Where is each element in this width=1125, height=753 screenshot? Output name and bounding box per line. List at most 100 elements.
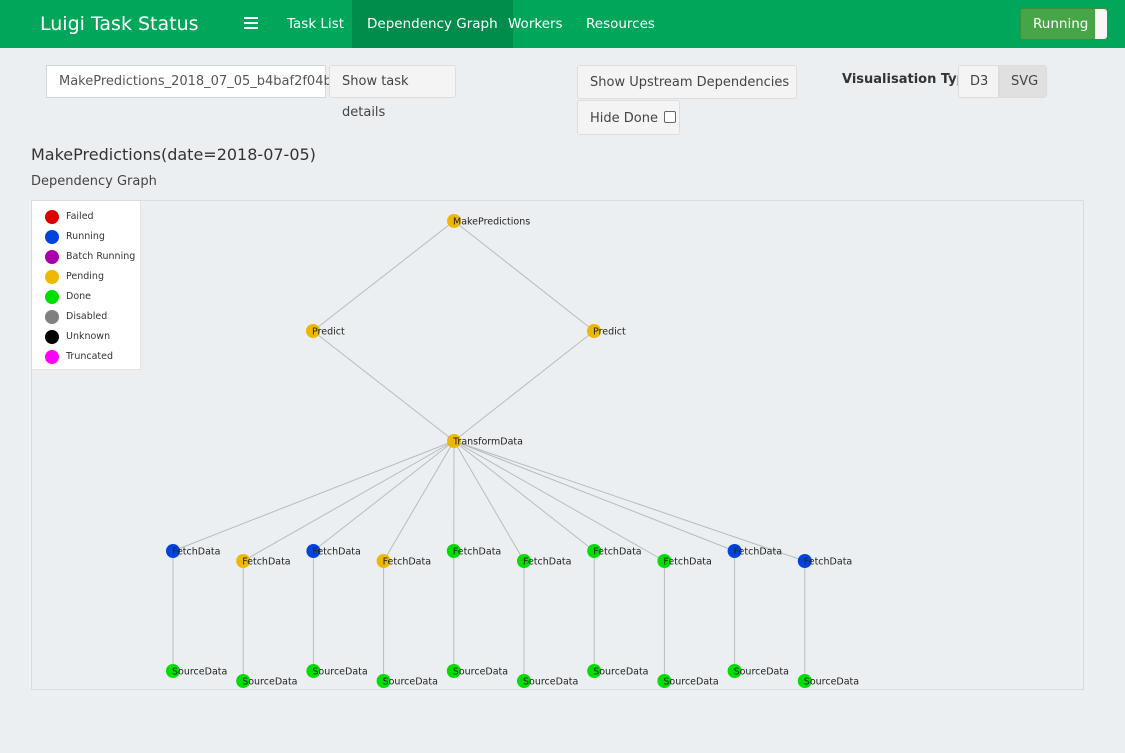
node-label[interactable]: SourceData <box>593 667 648 678</box>
legend-dot <box>45 330 59 344</box>
node-label[interactable]: FetchData <box>312 547 360 558</box>
graph-node-fetchdata[interactable]: FetchData <box>587 544 642 558</box>
graph-node-sourcedata[interactable]: SourceData <box>587 664 649 678</box>
vis-d3-button[interactable]: D3 <box>958 65 999 98</box>
graph-node-predict[interactable]: Predict <box>306 324 345 338</box>
legend-dot <box>45 210 59 224</box>
node-label[interactable]: TransformData <box>452 437 523 448</box>
page-title: MakePredictions(date=2018-07-05) <box>31 145 316 164</box>
legend-label: Unknown <box>66 331 111 342</box>
graph-node-sourcedata[interactable]: SourceData <box>517 674 578 688</box>
legend-dot <box>45 310 59 324</box>
node-label[interactable]: SourceData <box>242 677 297 688</box>
show-task-details-button[interactable]: Show task details <box>329 65 456 120</box>
node-label[interactable]: FetchData <box>523 557 571 568</box>
legend-label: Disabled <box>66 311 108 322</box>
node-label[interactable]: SourceData <box>312 667 367 678</box>
running-toggle-label: Running <box>1033 16 1089 32</box>
graph-node-fetchdata[interactable]: FetchData <box>376 554 431 568</box>
node-label[interactable]: SourceData <box>453 667 508 678</box>
legend-dot <box>45 230 59 244</box>
node-label[interactable]: SourceData <box>663 677 718 688</box>
graph-edge <box>453 440 525 562</box>
node-label[interactable]: FetchData <box>383 557 431 568</box>
graph-node-sourcedata[interactable]: SourceData <box>306 664 368 678</box>
graph-edge <box>453 440 665 562</box>
node-label[interactable]: FetchData <box>804 557 852 568</box>
graph-edge <box>453 440 805 562</box>
graph-node-sourcedata[interactable]: SourceData <box>166 664 227 678</box>
legend-dot <box>45 270 59 284</box>
graph-node-fetchdata[interactable]: FetchData <box>306 544 361 558</box>
graph-node-fetchdata[interactable]: FetchData <box>236 554 291 568</box>
graph-node-sourcedata[interactable]: SourceData <box>236 674 298 688</box>
graph-node-fetchdata[interactable]: FetchData <box>166 544 220 558</box>
node-label[interactable]: FetchData <box>172 547 220 558</box>
graph-node-transformdata[interactable]: TransformData <box>447 434 523 448</box>
graph-edge <box>242 440 455 562</box>
show-upstream-button[interactable]: Show Upstream Dependencies <box>577 65 797 121</box>
legend-dot <box>45 250 59 264</box>
task-id-input[interactable]: MakePredictions_2018_07_05_b4baf2f04b <box>46 65 332 98</box>
nav-resources[interactable]: Resources <box>571 0 670 48</box>
node-label[interactable]: FetchData <box>242 557 290 568</box>
node-label[interactable]: SourceData <box>172 667 227 678</box>
node-label[interactable]: Predict <box>593 327 626 338</box>
running-toggle[interactable]: Running <box>1020 8 1108 40</box>
node-label[interactable]: SourceData <box>523 677 578 688</box>
graph-edge <box>453 440 735 552</box>
graph-node-sourcedata[interactable]: SourceData <box>727 664 789 678</box>
graph-node-sourcedata[interactable]: SourceData <box>657 674 719 688</box>
graph-subtitle: Dependency Graph <box>31 174 157 189</box>
graph-node-predict[interactable]: Predict <box>587 324 626 338</box>
legend-label: Truncated <box>66 351 113 362</box>
node-label[interactable]: FetchData <box>453 547 501 558</box>
graph-node-fetchdata[interactable]: FetchData <box>517 554 571 568</box>
graph-node-fetchdata[interactable]: FetchData <box>446 544 501 558</box>
nav-task-list[interactable]: Task List <box>272 0 359 48</box>
dependency-graph-svg: MakePredictions Predict Predict TransformDa… <box>166 214 859 688</box>
legend-label: Done <box>66 291 91 302</box>
legend-dot <box>45 350 59 364</box>
hamburger-icon[interactable] <box>244 14 258 32</box>
node-label[interactable]: SourceData <box>734 667 789 678</box>
legend-label: Failed <box>66 211 94 222</box>
graph-node-sourcedata[interactable]: SourceData <box>446 664 508 678</box>
graph-edge <box>453 330 595 442</box>
graph-node-sourcedata[interactable]: SourceData <box>376 674 438 688</box>
node-label[interactable]: FetchData <box>663 557 711 568</box>
graph-node-fetchdata[interactable]: FetchData <box>727 544 782 558</box>
hide-done-label: Hide Done <box>590 111 658 126</box>
graph-nodes: MakePredictions Predict Predict TransformDa… <box>166 214 859 688</box>
graph-edge <box>312 330 455 442</box>
hide-done-button[interactable]: Hide Done <box>577 100 680 135</box>
node-label[interactable]: MakePredictions <box>453 217 530 228</box>
node-label[interactable]: SourceData <box>383 677 438 688</box>
top-navbar: Luigi Task Status Task List Dependency G… <box>0 0 1125 48</box>
nav-dependency-graph[interactable]: Dependency Graph <box>352 0 513 48</box>
vis-svg-button[interactable]: SVG <box>999 65 1047 98</box>
show-upstream-label: Show Upstream Dependencies <box>590 75 790 90</box>
legend-label: Pending <box>66 271 104 282</box>
graph-node-makepredictions[interactable]: MakePredictions <box>447 214 530 228</box>
nav-workers[interactable]: Workers <box>493 0 578 48</box>
node-label[interactable]: Predict <box>312 327 345 338</box>
node-label[interactable]: FetchData <box>593 547 641 558</box>
graph-node-fetchdata[interactable]: FetchData <box>797 554 852 568</box>
graph-edges <box>172 220 806 681</box>
graph-edge <box>172 440 455 552</box>
graph-edge <box>312 220 455 332</box>
dependency-graph-panel: MakePredictions Predict Predict TransformDa… <box>31 200 1084 690</box>
graph-edge <box>313 440 455 552</box>
graph-edge <box>453 440 595 552</box>
node-label[interactable]: SourceData <box>804 677 859 688</box>
graph-node-fetchdata[interactable]: FetchData <box>657 554 712 568</box>
hide-done-checkbox[interactable] <box>664 110 677 123</box>
graph-node-sourcedata[interactable]: SourceData <box>797 674 859 688</box>
visualisation-type-label: Visualisation Type <box>842 72 975 87</box>
graph-edge <box>383 440 455 562</box>
legend-label: Batch Running <box>66 251 136 262</box>
node-label[interactable]: FetchData <box>734 547 782 558</box>
status-legend: Failed Running Batch Running Pending Done Dis… <box>32 201 141 370</box>
app-title[interactable]: Luigi Task Status <box>40 0 199 48</box>
